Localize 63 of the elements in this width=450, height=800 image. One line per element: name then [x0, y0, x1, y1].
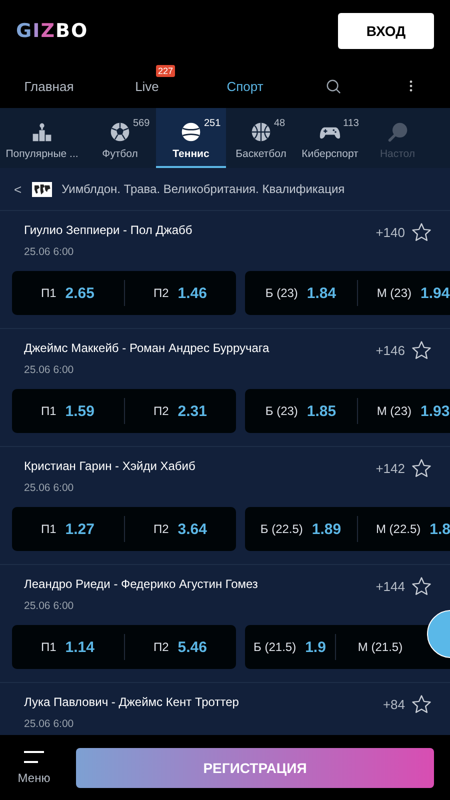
- sport-tab[interactable]: 569 Футбол: [84, 108, 156, 168]
- match-time: 25.06 6:00: [24, 600, 75, 612]
- sport-tab[interactable]: 113 Киберспорт: [296, 108, 364, 168]
- more-icon: [409, 80, 413, 92]
- star-icon: [411, 576, 432, 596]
- soccer-ball-icon: [109, 120, 131, 142]
- world-map-icon: [32, 182, 52, 196]
- odds-button[interactable]: П1 2.65: [12, 271, 124, 315]
- more-markets-count[interactable]: +144: [376, 578, 405, 594]
- event-count: 251: [204, 118, 221, 128]
- more-markets-count[interactable]: +140: [376, 224, 405, 240]
- star-icon: [411, 694, 432, 714]
- odds-button[interactable]: М (23) 1.93: [358, 389, 450, 433]
- match-time: 25.06 6:00: [24, 718, 75, 730]
- match-title[interactable]: Джеймс Маккейб - Роман Андрес Бурручага: [24, 341, 270, 355]
- podium-icon: [31, 120, 53, 142]
- event-count: 113: [343, 118, 359, 128]
- match-title[interactable]: Гиулио Зеппиери - Пол Джабб: [24, 223, 192, 237]
- odds-button[interactable]: П2 3.64: [124, 507, 236, 551]
- odds-button[interactable]: Б (21.5) 1.9: [245, 625, 334, 669]
- nav-tab[interactable]: Спорт: [196, 64, 294, 100]
- odds-button[interactable]: П2 5.46: [124, 625, 236, 669]
- sport-tab[interactable]: 48 Баскетбол: [226, 108, 296, 168]
- menu-button[interactable]: Меню: [8, 750, 60, 784]
- match-title[interactable]: Кристиан Гарин - Хэйди Хабиб: [24, 459, 196, 473]
- match-title[interactable]: Лука Павлович - Джеймс Кент Троттер: [24, 695, 239, 709]
- odds-button[interactable]: Б (23) 1.84: [245, 271, 356, 315]
- odds-button[interactable]: Б (23) 1.85: [245, 389, 356, 433]
- odds-button[interactable]: Б (22.5) 1.89: [245, 507, 356, 551]
- star-icon: [411, 340, 432, 360]
- tournament-title: Уимблдон. Трава. Великобритания. Квалификация: [62, 182, 345, 196]
- sport-tab[interactable]: Популярные ...: [0, 108, 84, 168]
- sport-tab[interactable]: 251 Теннис: [156, 108, 226, 168]
- menu-icon: [24, 750, 44, 762]
- count-badge: 227: [156, 64, 176, 76]
- more-markets-count[interactable]: +146: [376, 342, 405, 358]
- paddle-icon: [386, 120, 408, 142]
- nav-tab[interactable]: Главная: [0, 64, 98, 100]
- odds-button[interactable]: П1 1.14: [12, 625, 124, 669]
- logo: GIZBO: [16, 20, 88, 42]
- odds-button[interactable]: П1 1.27: [12, 507, 124, 551]
- odds-button[interactable]: М (21.5): [336, 625, 450, 669]
- event-count: 48: [274, 118, 286, 128]
- more-markets-count[interactable]: +84: [382, 696, 405, 712]
- more-markets-count[interactable]: +142: [376, 460, 405, 476]
- odds-button[interactable]: М (22.5) 1.8: [358, 507, 450, 551]
- odds-button[interactable]: П2 2.31: [124, 389, 236, 433]
- odds-button[interactable]: М (23) 1.94: [358, 271, 450, 315]
- login-button[interactable]: ВХОД: [338, 13, 434, 49]
- star-icon: [411, 222, 432, 242]
- back-button[interactable]: <: [14, 182, 22, 196]
- star-icon: [411, 458, 432, 478]
- odds-button[interactable]: П1 1.59: [12, 389, 124, 433]
- basketball-icon: [250, 120, 272, 142]
- match-title[interactable]: Леандро Риеди - Федерико Агустин Гомез: [24, 577, 258, 591]
- search-icon: [326, 78, 340, 94]
- odds-button[interactable]: П2 1.46: [124, 271, 236, 315]
- match-time: 25.06 6:00: [24, 364, 75, 376]
- match-time: 25.06 6:00: [24, 246, 75, 258]
- nav-tab[interactable]: Live 227: [98, 64, 196, 100]
- event-count: 569: [133, 118, 150, 128]
- match-time: 25.06 6:00: [24, 482, 75, 494]
- tennis-ball-icon: [180, 120, 202, 142]
